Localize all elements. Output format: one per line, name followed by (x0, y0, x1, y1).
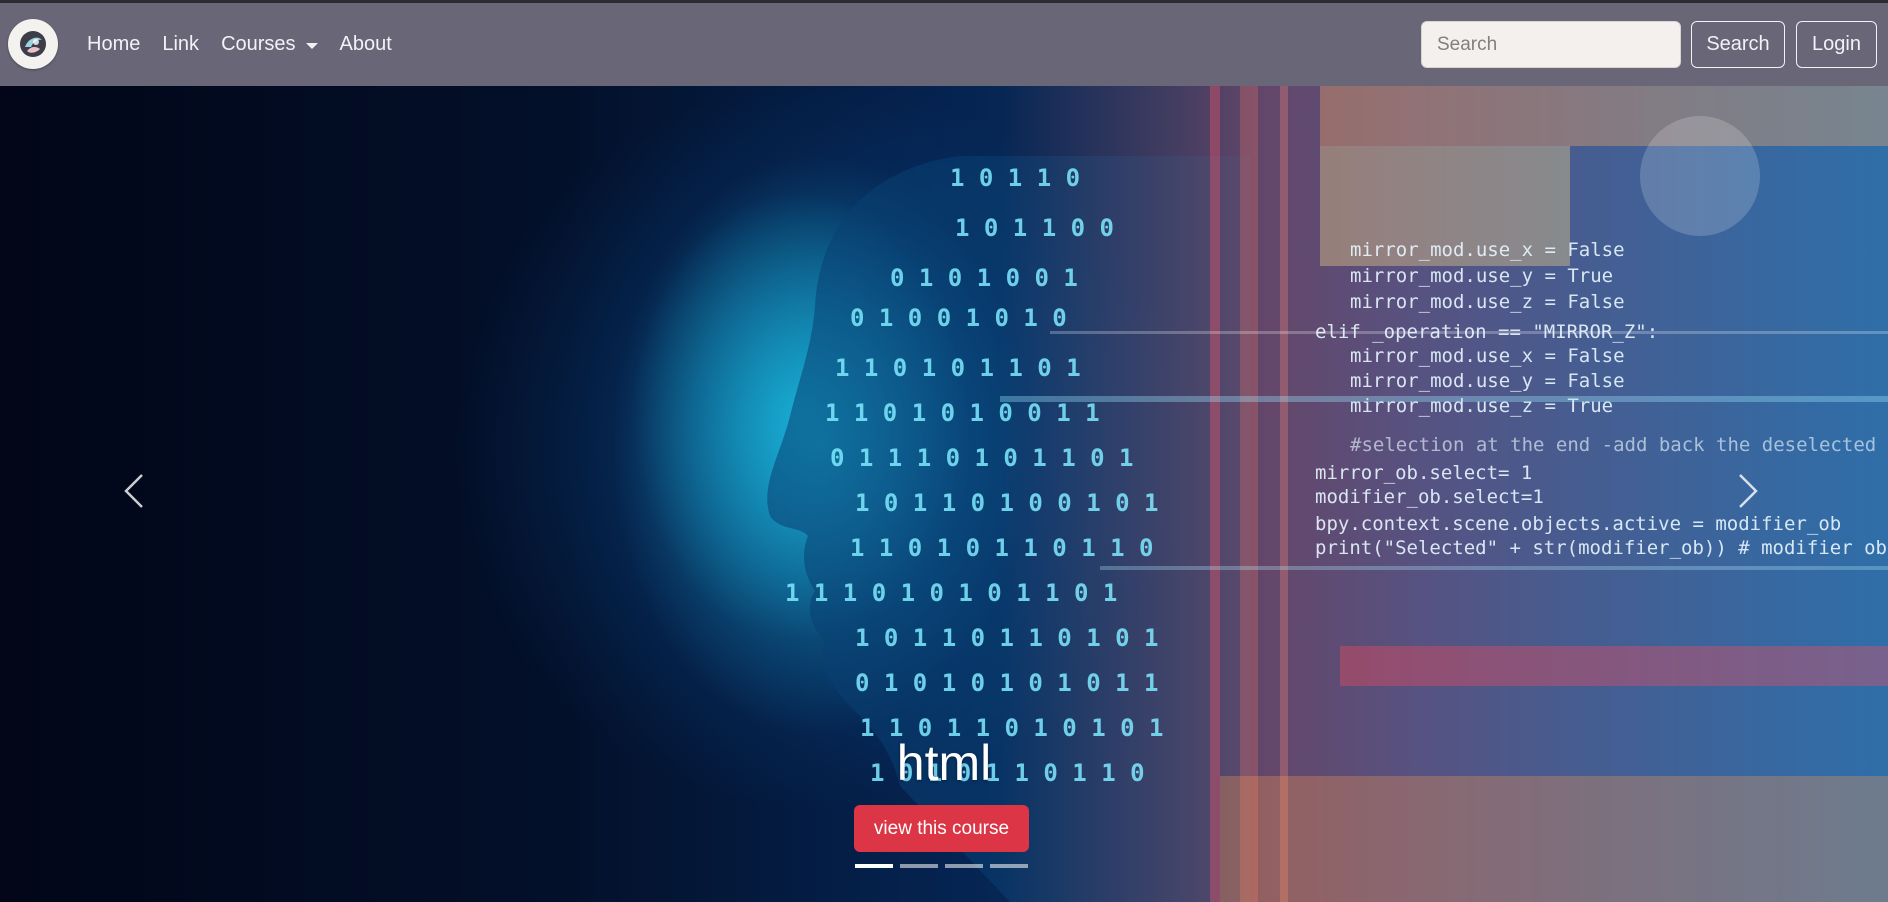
svg-text:1 1 0 1 0 1 0 0 1 1: 1 1 0 1 0 1 0 0 1 1 (825, 399, 1100, 427)
carousel-indicator-2[interactable] (900, 864, 938, 868)
nav-dropdown-courses[interactable]: Courses (221, 33, 318, 56)
svg-text:0 1 0 1 0 0 1: 0 1 0 1 0 0 1 (890, 264, 1078, 292)
svg-text:1 1 0 1 0 1 1 0 1: 1 1 0 1 0 1 1 0 1 (835, 354, 1081, 382)
svg-text:1 1 0 1 0 1 1 0 1 1 0: 1 1 0 1 0 1 1 0 1 1 0 (850, 534, 1153, 562)
login-button[interactable]: Login (1796, 21, 1877, 68)
carousel-prev-button[interactable] (114, 461, 154, 521)
svg-text:0 1 0 0 1 0 1 0: 0 1 0 0 1 0 1 0 (850, 304, 1067, 332)
svg-text:1 0 1 1 0 0: 1 0 1 1 0 0 (955, 214, 1114, 242)
carousel-indicator-3[interactable] (945, 864, 983, 868)
navbar: Home Link Courses About Search Login (0, 3, 1888, 86)
nav-links: Home Link Courses About (87, 3, 414, 86)
svg-text:mirror_mod.use_z = False: mirror_mod.use_z = False (1350, 291, 1625, 313)
nav-link-home[interactable]: Home (87, 33, 140, 56)
svg-text:#selection at the end -add bac: #selection at the end -add back the dese… (1350, 434, 1888, 456)
svg-text:mirror_mod.use_x = False: mirror_mod.use_x = False (1350, 239, 1625, 261)
caret-down-icon (305, 42, 318, 49)
carousel-indicators (855, 864, 1035, 868)
svg-text:1 0 1 1 0: 1 0 1 1 0 (950, 164, 1080, 192)
chevron-left-icon (124, 474, 143, 508)
svg-text:0 1 1 1 0 1 0 1 1 0 1: 0 1 1 1 0 1 0 1 1 0 1 (830, 444, 1133, 472)
svg-text:mirror_ob.select= 1: mirror_ob.select= 1 (1315, 462, 1532, 484)
search-input[interactable] (1421, 21, 1681, 68)
search-button[interactable]: Search (1691, 21, 1785, 68)
brand-logo-icon[interactable] (8, 19, 58, 69)
svg-text:1 0 1 1 0 1 0 0 1 0 1: 1 0 1 1 0 1 0 0 1 0 1 (855, 489, 1158, 517)
carousel-next-button[interactable] (1728, 461, 1768, 521)
nav-link-about[interactable]: About (340, 33, 392, 56)
svg-text:1 1 1 0 1 0 1 0 1 1 0 1: 1 1 1 0 1 0 1 0 1 1 0 1 (785, 579, 1117, 607)
hero-carousel: 1 0 1 1 0 1 0 1 1 0 0 0 1 0 1 0 0 1 0 1 … (0, 86, 1888, 902)
slide-title: html (896, 735, 992, 791)
svg-text:mirror_mod.use_y = False: mirror_mod.use_y = False (1350, 370, 1625, 392)
svg-text:mirror_mod.use_y = True: mirror_mod.use_y = True (1350, 265, 1613, 287)
svg-text:print("Selected" + str(modifie: print("Selected" + str(modifier_ob)) # m… (1315, 537, 1888, 559)
view-course-button[interactable]: view this course (854, 805, 1029, 852)
carousel-indicator-4[interactable] (990, 864, 1028, 868)
svg-text:mirror_mod.use_x = False: mirror_mod.use_x = False (1350, 345, 1625, 367)
svg-text:modifier_ob.select=1: modifier_ob.select=1 (1315, 486, 1544, 508)
nav-link-link[interactable]: Link (162, 33, 199, 56)
svg-text:0 1 0 1 0 1 0 1 0 1 1: 0 1 0 1 0 1 0 1 0 1 1 (855, 669, 1158, 697)
nav-link-courses-label: Courses (221, 33, 296, 55)
chevron-right-icon (1739, 474, 1758, 508)
carousel-indicator-1[interactable] (855, 864, 893, 868)
svg-text:1 0 1 1 0 1 1 0 1 0 1: 1 0 1 1 0 1 1 0 1 0 1 (855, 624, 1158, 652)
